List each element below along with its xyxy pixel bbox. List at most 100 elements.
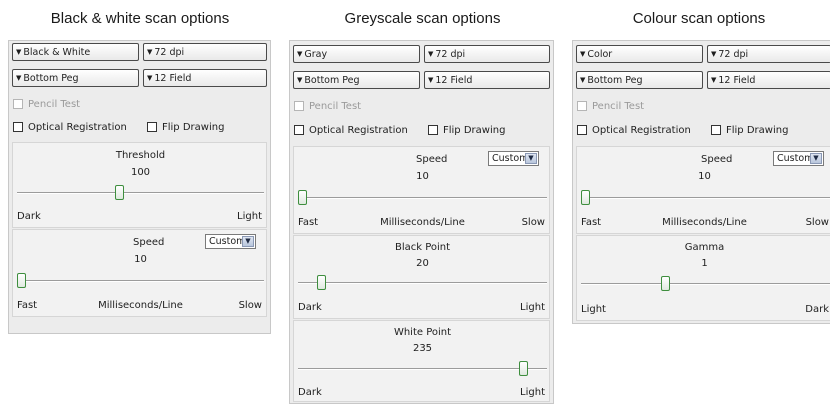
grey-peg-value: Bottom Peg bbox=[304, 75, 360, 86]
colour-speed-section: Speed Custom ▼ 10 Fast Milliseconds/Line… bbox=[576, 146, 830, 234]
bw-field-value: 12 Field bbox=[154, 73, 192, 84]
colour-gamma-label: Gamma bbox=[684, 242, 725, 253]
colour-gamma-section: Gamma 1 Light Dark bbox=[576, 235, 830, 321]
grey-black-point-section: Black Point 20 Dark Light bbox=[293, 235, 550, 319]
grey-optical-registration-checkbox[interactable]: Optical Registration bbox=[294, 124, 408, 138]
colour-speed-mode-combo[interactable]: Custom ▼ bbox=[773, 151, 824, 166]
grey-black-point-slider[interactable] bbox=[317, 275, 327, 290]
bw-threshold-slider[interactable] bbox=[114, 185, 124, 200]
grey-black-point-min-label: Dark bbox=[298, 302, 322, 313]
grey-panel: ▼ Gray ▼ 72 dpi ▼ Bottom Peg ▼ 12 Field Penc… bbox=[289, 40, 554, 404]
bw-speed-unit-label: Milliseconds/Line bbox=[98, 300, 183, 311]
bw-speed-slider[interactable] bbox=[17, 273, 26, 288]
colour-pencil-test-checkbox[interactable]: Pencil Test bbox=[577, 100, 644, 114]
colour-title: Colour scan options bbox=[632, 10, 766, 27]
colour-speed-track bbox=[581, 197, 830, 199]
grey-speed-max-label: Slow bbox=[521, 217, 545, 228]
colour-peg-dropdown[interactable]: ▼ Bottom Peg bbox=[576, 71, 703, 89]
grey-field-value: 12 Field bbox=[435, 75, 473, 86]
colour-speed-mode-value: Custom bbox=[777, 153, 814, 164]
dropdown-arrow-icon: ▼ bbox=[580, 50, 586, 58]
dropdown-arrow-icon: ▼ bbox=[16, 48, 22, 56]
grey-pencil-test-checkbox[interactable]: Pencil Test bbox=[294, 100, 361, 114]
colour-gamma-min-label: Light bbox=[581, 304, 606, 315]
bw-dpi-value: 72 dpi bbox=[154, 47, 185, 58]
colour-dpi-dropdown[interactable]: ▼ 72 dpi bbox=[707, 45, 830, 63]
colour-gamma-slider[interactable] bbox=[660, 276, 670, 291]
bw-flip-drawing-checkbox[interactable]: Flip Drawing bbox=[147, 121, 224, 135]
bw-threshold-track bbox=[17, 192, 264, 194]
grey-pencil-test-label: Pencil Test bbox=[309, 101, 362, 112]
grey-black-point-value: 20 bbox=[416, 258, 429, 269]
colour-gamma-max-label: Dark bbox=[805, 304, 829, 315]
bw-mode-dropdown[interactable]: ▼ Black & White bbox=[12, 43, 139, 61]
bw-speed-section: Speed Custom ▼ 10 Fast Milliseconds/Line… bbox=[12, 229, 267, 317]
grey-white-point-label: White Point bbox=[393, 327, 452, 338]
grey-peg-dropdown[interactable]: ▼ Bottom Peg bbox=[293, 71, 420, 89]
bw-flip-drawing-label: Flip Drawing bbox=[162, 122, 225, 133]
grey-title: Greyscale scan options bbox=[344, 10, 501, 27]
checkbox-box bbox=[294, 125, 304, 135]
grey-optical-registration-label: Optical Registration bbox=[309, 125, 408, 136]
grey-speed-label: Speed bbox=[416, 154, 448, 165]
grey-speed-mode-combo[interactable]: Custom ▼ bbox=[488, 151, 539, 166]
checkbox-box bbox=[428, 125, 438, 135]
colour-panel: ▼ Color ▼ 72 dpi ▼ Bottom Peg ▼ 12 Field Pen… bbox=[572, 40, 830, 324]
dropdown-arrow-icon: ▼ bbox=[580, 76, 586, 84]
grey-speed-unit-label: Milliseconds/Line bbox=[380, 217, 465, 228]
bw-field-dropdown[interactable]: ▼ 12 Field bbox=[143, 69, 267, 87]
checkbox-box bbox=[13, 122, 23, 132]
bw-threshold-label: Threshold bbox=[115, 150, 166, 161]
colour-field-dropdown[interactable]: ▼ 12 Field bbox=[707, 71, 830, 89]
chevron-down-icon[interactable]: ▼ bbox=[525, 153, 537, 164]
bw-speed-mode-combo[interactable]: Custom ▼ bbox=[205, 234, 256, 249]
bw-title: Black & white scan options bbox=[50, 10, 230, 27]
bw-speed-track bbox=[17, 280, 264, 282]
bw-panel: ▼ Black & White ▼ 72 dpi ▼ Bottom Peg ▼ 12 F… bbox=[8, 40, 271, 334]
chevron-down-icon[interactable]: ▼ bbox=[242, 236, 254, 247]
bw-pencil-test-label: Pencil Test bbox=[28, 99, 81, 110]
bw-pencil-test-checkbox[interactable]: Pencil Test bbox=[13, 98, 80, 112]
colour-field-value: 12 Field bbox=[718, 75, 756, 86]
grey-field-dropdown[interactable]: ▼ 12 Field bbox=[424, 71, 550, 89]
bw-dpi-dropdown[interactable]: ▼ 72 dpi bbox=[143, 43, 267, 61]
bw-peg-dropdown[interactable]: ▼ Bottom Peg bbox=[12, 69, 139, 87]
grey-flip-drawing-checkbox[interactable]: Flip Drawing bbox=[428, 124, 505, 138]
colour-speed-slider[interactable] bbox=[581, 190, 590, 205]
bw-speed-label: Speed bbox=[133, 237, 165, 248]
bw-threshold-value: 100 bbox=[130, 167, 151, 178]
colour-gamma-value: 1 bbox=[701, 258, 708, 269]
checkbox-box bbox=[577, 125, 587, 135]
dropdown-arrow-icon: ▼ bbox=[16, 74, 22, 82]
colour-gamma-track bbox=[581, 283, 830, 285]
bw-optical-registration-checkbox[interactable]: Optical Registration bbox=[13, 121, 127, 135]
colour-optical-registration-checkbox[interactable]: Optical Registration bbox=[577, 124, 691, 138]
checkbox-box bbox=[711, 125, 721, 135]
bw-peg-value: Bottom Peg bbox=[23, 73, 79, 84]
colour-mode-dropdown[interactable]: ▼ Color bbox=[576, 45, 703, 63]
grey-black-point-track bbox=[298, 282, 547, 284]
grey-white-point-max-label: Light bbox=[520, 387, 545, 398]
colour-speed-value: 10 bbox=[698, 171, 711, 182]
grey-white-point-section: White Point 235 Dark Light bbox=[293, 320, 550, 402]
checkbox-box bbox=[294, 101, 304, 111]
grey-dpi-dropdown[interactable]: ▼ 72 dpi bbox=[424, 45, 550, 63]
bw-speed-value: 10 bbox=[134, 254, 147, 265]
colour-speed-label: Speed bbox=[701, 154, 733, 165]
dropdown-arrow-icon: ▼ bbox=[147, 74, 153, 82]
colour-dpi-value: 72 dpi bbox=[718, 49, 749, 60]
checkbox-box bbox=[13, 99, 23, 109]
colour-mode-value: Color bbox=[587, 49, 613, 60]
colour-flip-drawing-checkbox[interactable]: Flip Drawing bbox=[711, 124, 788, 138]
grey-white-point-slider[interactable] bbox=[518, 361, 528, 376]
bw-optical-registration-label: Optical Registration bbox=[28, 122, 127, 133]
grey-white-point-value: 235 bbox=[412, 343, 433, 354]
dropdown-arrow-icon: ▼ bbox=[428, 50, 434, 58]
grey-mode-dropdown[interactable]: ▼ Gray bbox=[293, 45, 420, 63]
grey-flip-drawing-label: Flip Drawing bbox=[443, 125, 506, 136]
bw-threshold-min-label: Dark bbox=[17, 211, 41, 222]
dropdown-arrow-icon: ▼ bbox=[147, 48, 153, 56]
chevron-down-icon[interactable]: ▼ bbox=[810, 153, 822, 164]
grey-speed-slider[interactable] bbox=[298, 190, 307, 205]
grey-black-point-max-label: Light bbox=[520, 302, 545, 313]
